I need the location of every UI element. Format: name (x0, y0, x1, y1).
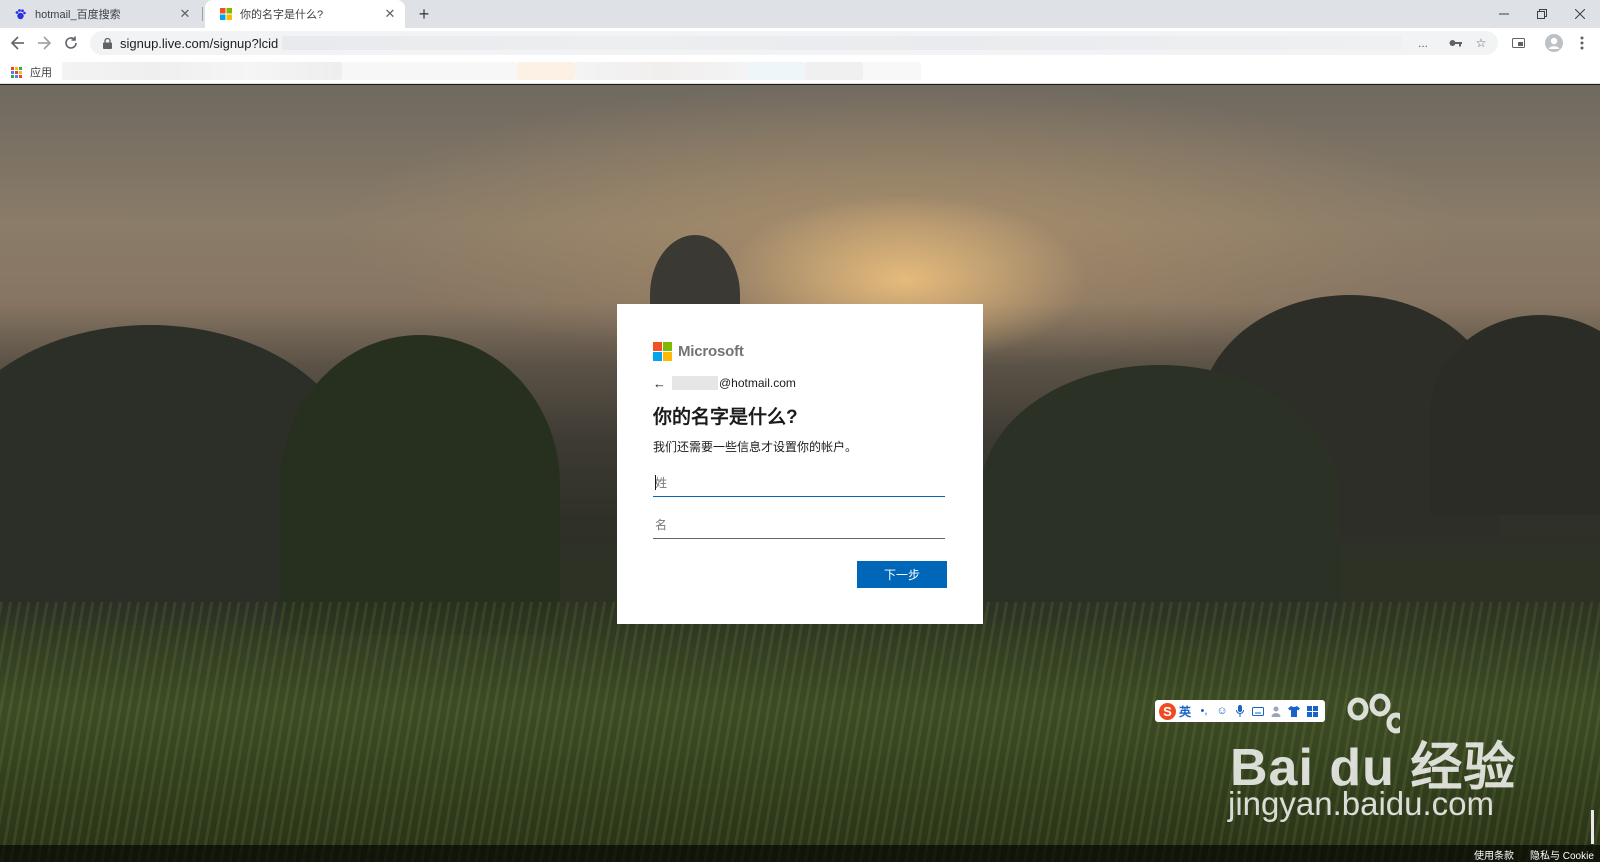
bookmark-redacted (863, 62, 921, 80)
page-footer: 使用条款 隐私与 Cookie (0, 845, 1600, 862)
first-name-field-wrapper (653, 511, 945, 539)
close-icon[interactable]: ✕ (178, 7, 192, 21)
cast-icon[interactable] (1508, 33, 1528, 53)
bookmark-redacted (62, 62, 342, 80)
menu-dots-icon[interactable] (1572, 33, 1592, 53)
bookmark-redacted (747, 62, 805, 80)
forward-icon[interactable] (34, 33, 54, 53)
tab-title: 你的名字是什么? (240, 9, 324, 21)
close-icon[interactable]: ✕ (383, 7, 397, 21)
background-hill (980, 365, 1340, 625)
bookmarks-bar: 应用 (0, 58, 1600, 84)
lock-icon (100, 36, 114, 50)
address-bar[interactable]: signup.live.com/signup?lcid ... ☆ (90, 31, 1498, 55)
bookmark-redacted (342, 62, 517, 80)
tab-hotmail-search[interactable]: hotmail_百度搜索 ✕ (0, 0, 200, 28)
url-text: signup.live.com/signup?lcid (120, 35, 279, 51)
tab-signup[interactable]: 你的名字是什么? ✕ (205, 0, 405, 28)
url-ellipsis: ... (1417, 36, 1428, 50)
restore-icon[interactable] (1524, 0, 1560, 28)
back-arrow-icon[interactable]: ← (653, 376, 666, 391)
sogou-logo-icon[interactable]: S (1159, 702, 1176, 720)
reload-icon[interactable] (61, 33, 81, 53)
email-redacted (672, 376, 718, 390)
tab-title: hotmail_百度搜索 (35, 9, 121, 21)
microsoft-squares-icon (653, 341, 672, 361)
minimize-icon[interactable] (1486, 0, 1522, 28)
emoji-icon[interactable]: ☺ (1215, 704, 1229, 718)
background-hill (280, 335, 560, 635)
description-text: 我们还需要一些信息才设置你的帐户。 (653, 440, 858, 454)
punctuation-icon[interactable]: •, (1197, 704, 1211, 718)
bookmark-redacted (805, 62, 863, 80)
key-icon[interactable] (1448, 36, 1462, 50)
bookmark-redacted (517, 62, 575, 80)
first-name-input[interactable] (653, 511, 945, 538)
text-caret (655, 475, 656, 490)
tab-strip: hotmail_百度搜索 ✕ 你的名字是什么? ✕ + (0, 0, 1600, 28)
baidu-paw-icon (14, 8, 27, 21)
brand-name: Microsoft (678, 342, 744, 360)
microsoft-logo-icon (219, 8, 232, 21)
bookmark-redacted (575, 62, 747, 80)
close-window-icon[interactable] (1562, 0, 1598, 28)
email-suffix: @hotmail.com (719, 376, 796, 390)
next-button[interactable]: 下一步 (857, 561, 947, 588)
apps-label: 应用 (30, 67, 52, 79)
profile-avatar-icon[interactable] (1544, 33, 1564, 53)
browser-toolbar: signup.live.com/signup?lcid ... ☆ (0, 28, 1600, 58)
watermark-url: jingyan.baidu.com (1228, 785, 1494, 822)
bookmark-star-icon[interactable]: ☆ (1474, 36, 1488, 50)
identity-banner: ← @hotmail.com (653, 374, 947, 392)
tab-separator (202, 7, 203, 21)
terms-link[interactable]: 使用条款 (1474, 847, 1514, 862)
back-icon[interactable] (8, 33, 28, 53)
apps-grid-icon (11, 66, 22, 78)
new-tab-button[interactable]: + (414, 4, 434, 24)
page-title: 你的名字是什么? (653, 407, 798, 428)
privacy-cookies-link[interactable]: 隐私与 Cookie (1530, 847, 1594, 862)
last-name-input[interactable] (653, 469, 945, 496)
apps-shortcut[interactable]: 应用 (11, 64, 52, 80)
signup-card: Microsoft ← @hotmail.com 你的名字是什么? 我们还需要一… (617, 304, 983, 624)
scroll-indicator (1591, 810, 1594, 844)
microsoft-logo: Microsoft (653, 340, 947, 362)
last-name-field-wrapper (653, 469, 945, 497)
url-redacted (282, 36, 1403, 50)
ime-language-toggle[interactable]: 英 (1179, 703, 1191, 720)
